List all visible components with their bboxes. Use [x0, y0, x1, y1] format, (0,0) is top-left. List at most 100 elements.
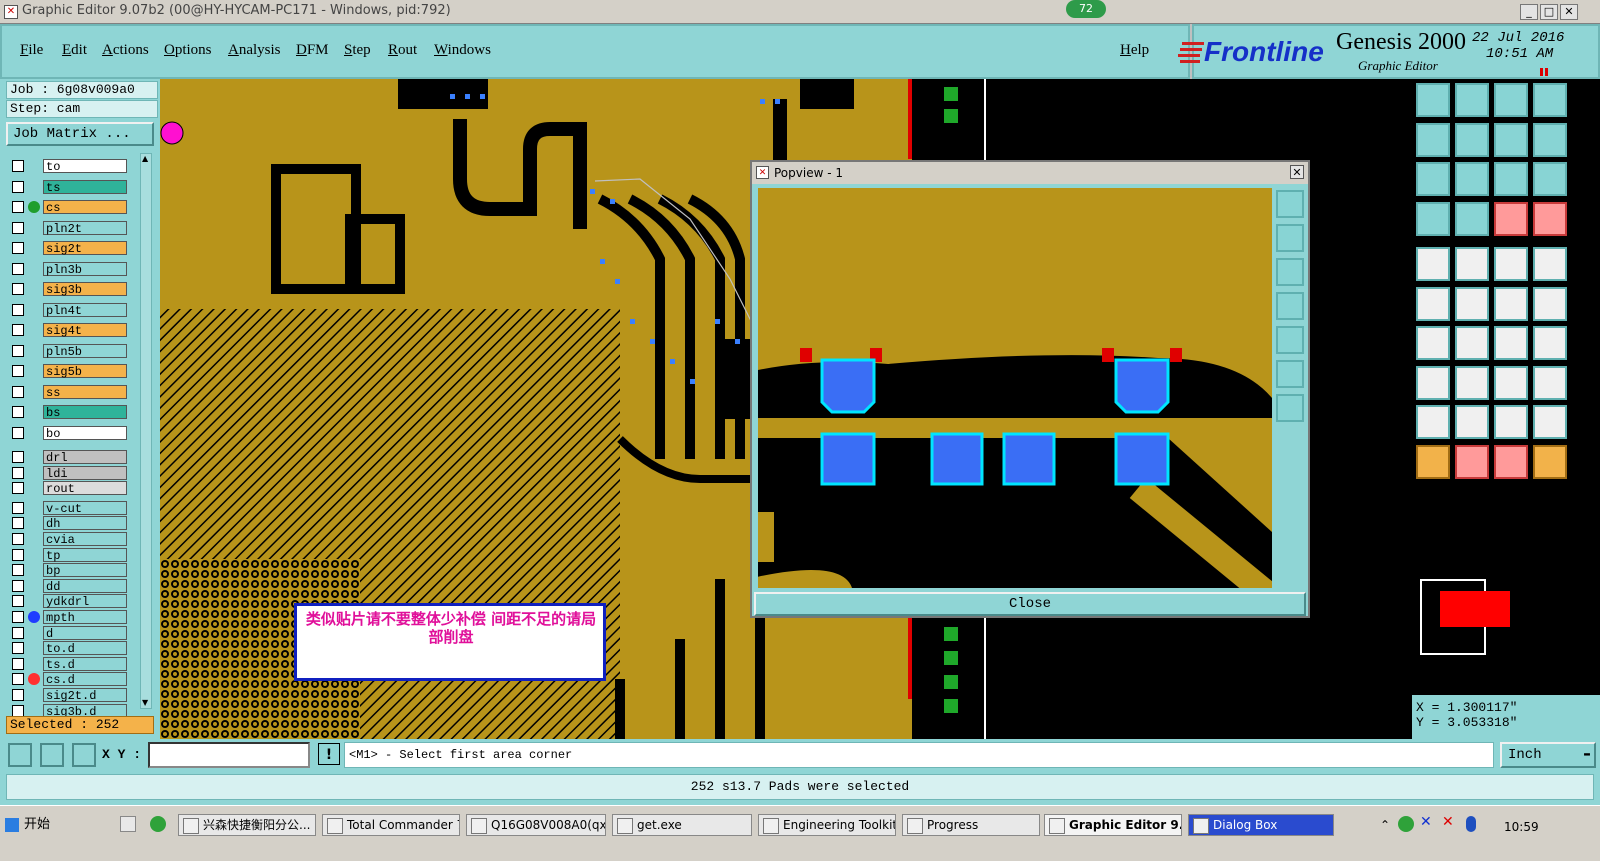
layer-row[interactable]: bo [10, 425, 128, 441]
window-icon[interactable] [1533, 83, 1567, 117]
layer-checkbox[interactable] [12, 466, 24, 479]
pan-left-icon[interactable] [1416, 122, 1450, 157]
layer-name[interactable]: bs [43, 405, 127, 420]
popview-pan-right-icon[interactable] [1276, 326, 1304, 354]
tray-icon[interactable] [1398, 816, 1414, 832]
menu-windows[interactable]: Windows [434, 42, 491, 59]
measure-icon[interactable] [40, 743, 64, 767]
layer-name[interactable]: cvia [43, 532, 127, 547]
taskbar-item[interactable]: get.exe [612, 814, 752, 836]
connect-icon[interactable] [1416, 286, 1450, 321]
layer-row[interactable]: ydkdrl [10, 594, 128, 609]
fork-icon[interactable] [1533, 326, 1567, 360]
layer-row[interactable]: sig2t.d [10, 688, 128, 703]
pointer2-icon[interactable] [1455, 444, 1489, 479]
layer-name[interactable]: sig2t.d [43, 688, 127, 703]
menu-options[interactable]: Options [164, 42, 212, 59]
maximize-button[interactable]: □ [1540, 4, 1558, 20]
pointer-icon[interactable] [1416, 444, 1450, 479]
taskbar-item[interactable]: Total Commander 7.0 ... [322, 814, 460, 836]
layer-checkbox[interactable] [12, 517, 24, 530]
layer-checkbox[interactable] [12, 385, 24, 398]
layer-checkbox[interactable] [12, 704, 24, 717]
tray-icon[interactable]: ✕ [1442, 814, 1454, 830]
menu-analysis[interactable]: Analysis [228, 42, 281, 59]
layer-checkbox[interactable] [12, 689, 24, 701]
copy-icon[interactable] [1533, 365, 1567, 400]
close-window-button[interactable]: ✕ [1560, 4, 1578, 20]
quicklaunch-icon[interactable] [120, 816, 136, 832]
arc-icon[interactable] [1494, 326, 1528, 360]
minus-icon[interactable] [1455, 365, 1489, 400]
layer-name[interactable]: pln4t [43, 302, 127, 318]
layer-checkbox[interactable] [12, 595, 24, 608]
menu-edit[interactable]: Edit [62, 42, 87, 59]
tray-icon[interactable]: ✕ [1420, 814, 1432, 830]
select-pad-icon[interactable] [1416, 365, 1450, 400]
layer-checkbox[interactable] [12, 548, 24, 561]
layer-name[interactable]: cs.d [43, 672, 127, 687]
layer-row[interactable]: tp [10, 547, 128, 563]
layer-checkbox[interactable] [12, 201, 24, 213]
taskbar-item[interactable]: Graphic Editor 9.07... [1044, 814, 1182, 836]
layer-checkbox[interactable] [12, 426, 24, 439]
layer-name[interactable]: to.d [43, 641, 127, 656]
popview-canvas[interactable] [758, 188, 1272, 588]
arrow-pad-icon[interactable] [1494, 286, 1528, 321]
layer-row[interactable]: dh [10, 516, 128, 531]
layer-row[interactable]: ts [10, 179, 128, 195]
popview-pan-down-icon[interactable] [1276, 258, 1304, 286]
layer-row[interactable]: drl [10, 450, 128, 465]
menu-dfm[interactable]: DFM [296, 42, 329, 59]
layer-name[interactable]: bp [43, 563, 127, 578]
layer-name[interactable]: ts [43, 179, 127, 195]
help-icon[interactable] [1533, 162, 1567, 196]
quicklaunch-icon[interactable] [150, 816, 166, 832]
layer-row[interactable]: to [10, 159, 128, 174]
swap-icon[interactable] [1494, 122, 1528, 157]
layer-checkbox[interactable] [12, 626, 24, 639]
popview-pan-left-icon[interactable] [1276, 292, 1304, 320]
menu-step[interactable]: Step [344, 42, 371, 59]
layer-name[interactable]: sig5b [43, 364, 127, 379]
layer-checkbox[interactable] [12, 180, 24, 193]
pointer3-icon[interactable] [1494, 444, 1528, 479]
layer-row[interactable]: ts.d [10, 656, 128, 672]
layer-row[interactable]: ldi [10, 465, 128, 481]
tray-arrow-icon[interactable]: ⌃ [1380, 818, 1390, 832]
scale-1-2-icon[interactable] [1494, 162, 1528, 196]
taskbar-item[interactable]: Engineering Toolkit 9.... [758, 814, 896, 836]
taskbar-item[interactable]: Dialog Box [1188, 814, 1334, 836]
layer-row[interactable]: pln3b [10, 261, 128, 277]
layer-row[interactable]: cs [10, 200, 128, 215]
popview-zoom-fit-icon[interactable] [1276, 190, 1304, 218]
layer-checkbox[interactable] [12, 303, 24, 316]
line2-icon[interactable] [1455, 326, 1489, 360]
probe-icon[interactable] [1416, 201, 1450, 236]
menu-rout[interactable]: Rout [388, 42, 417, 59]
layer-name[interactable]: dh [43, 516, 127, 531]
cross-icon[interactable] [1455, 286, 1489, 321]
layer-row[interactable]: rout [10, 481, 128, 496]
layer-name[interactable]: ldi [43, 465, 127, 481]
layer-row[interactable]: mpth [10, 610, 128, 625]
layer-checkbox[interactable] [12, 533, 24, 545]
arrow-pad2-icon[interactable] [1533, 286, 1567, 321]
layer-checkbox[interactable] [12, 344, 24, 357]
measure-diag-icon[interactable] [1455, 247, 1489, 281]
layer-row[interactable]: v-cut [10, 500, 128, 516]
circle-icon[interactable] [1533, 247, 1567, 281]
layer-checkbox[interactable] [12, 365, 24, 377]
layer-scrollbar[interactable]: ▲ ▼ [140, 153, 152, 709]
layer-row[interactable]: ss [10, 384, 128, 400]
layer-name[interactable]: ts.d [43, 656, 127, 672]
center-icon[interactable] [1455, 162, 1489, 196]
a-bar-icon[interactable] [1533, 405, 1567, 439]
layer-name[interactable]: tp [43, 547, 127, 563]
a-icon[interactable] [1455, 405, 1489, 439]
layer-name[interactable]: dd [43, 578, 127, 594]
snap-icon[interactable] [8, 743, 32, 767]
layer-checkbox[interactable] [12, 242, 24, 254]
layer-row[interactable]: dd [10, 578, 128, 594]
layer-row[interactable]: cvia [10, 532, 128, 547]
